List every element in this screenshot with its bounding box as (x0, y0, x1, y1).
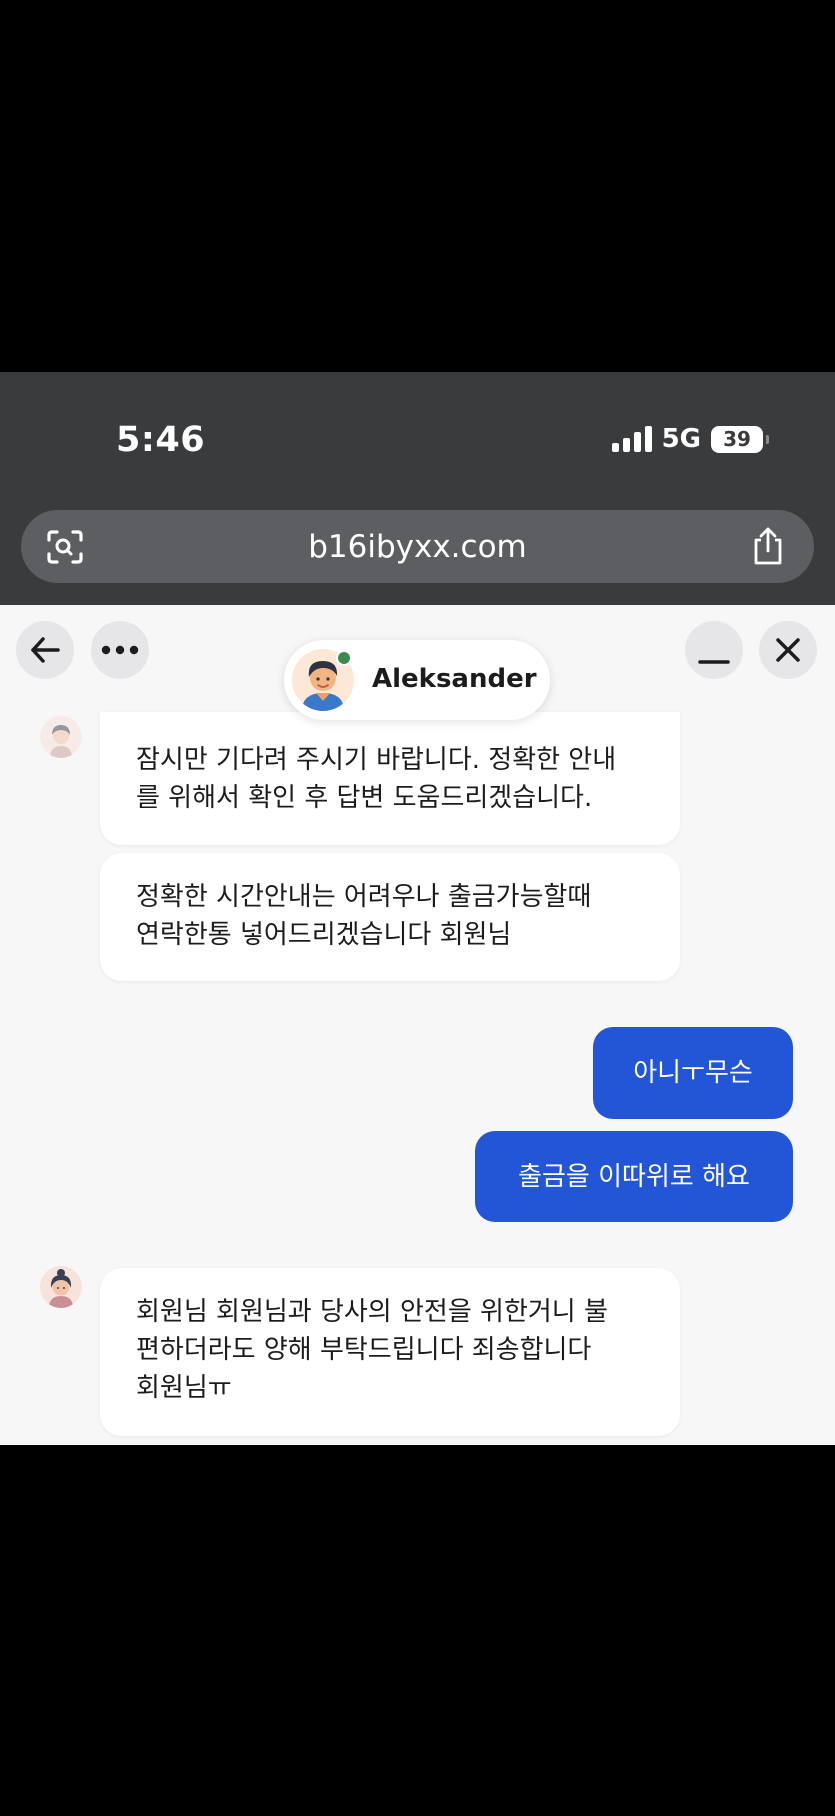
message-line: 잠시만 기다려 주시기 바랍니다. 정확한 안내 (136, 745, 617, 775)
online-status-dot (336, 650, 352, 666)
chat-window: 잠시만 기다려 주시기 바랍니다. 정확한 안내 를 위해서 확인 후 답변 도… (0, 605, 835, 1445)
agent-message-bubble: 회원님 회원님과 당사의 안전을 위한거니 불 편하더라도 양해 부탁드립니다 … (100, 1268, 680, 1436)
agent-name: Aleksander (372, 664, 537, 694)
top-letterbox (0, 0, 835, 372)
agent-avatar (40, 716, 82, 758)
url-text[interactable]: b16ibyxx.com (308, 529, 527, 565)
more-button[interactable] (91, 621, 149, 679)
browser-chrome: 5:46 5G 39 b16ibyxx.com (0, 372, 835, 605)
minimize-icon (698, 660, 730, 664)
visual-lookup-icon[interactable] (45, 528, 85, 566)
agent-header-pill: Aleksander (284, 640, 550, 720)
status-time: 5:46 (116, 420, 206, 460)
back-arrow-icon (31, 637, 60, 663)
message-line: 연락한통 넣어드리겠습니다 회원님 (136, 920, 512, 950)
message-text: 출금을 이따위로 해요 (518, 1161, 750, 1192)
message-line: 정확한 시간안내는 어려우나 출금가능할때 (136, 882, 592, 912)
bottom-letterbox (0, 1445, 835, 1816)
minimize-button[interactable] (685, 621, 743, 679)
message-line: 편하더라도 양해 부탁드립니다 죄송합니다 (136, 1335, 592, 1365)
status-indicators: 5G 39 (611, 424, 769, 454)
user-message-bubble: 아니ㅜ무슨 (593, 1027, 793, 1119)
share-icon[interactable] (750, 526, 786, 566)
close-button[interactable] (759, 621, 817, 679)
agent-message-bubble: 정확한 시간안내는 어려우나 출금가능할때 연락한통 넣어드리겠습니다 회원님 (100, 853, 680, 981)
message-text: 아니ㅜ무슨 (633, 1058, 753, 1088)
message-line: 회원님 회원님과 당사의 안전을 위한거니 불 (136, 1297, 608, 1327)
close-icon (776, 638, 800, 662)
message-line: 회원님ㅠ (136, 1373, 232, 1403)
more-dots-icon (101, 645, 139, 655)
message-line: 를 위해서 확인 후 답변 도움드리겠습니다. (136, 783, 593, 813)
battery-icon: 39 (711, 425, 769, 453)
user-message-bubble: 출금을 이따위로 해요 (475, 1131, 793, 1222)
network-type: 5G (661, 424, 701, 454)
battery-level: 39 (723, 427, 751, 451)
agent-message-bubble: 잠시만 기다려 주시기 바랍니다. 정확한 안내 를 위해서 확인 후 답변 도… (100, 712, 680, 845)
agent-avatar (40, 1266, 82, 1308)
address-bar[interactable]: b16ibyxx.com (21, 510, 814, 583)
back-button[interactable] (16, 621, 74, 679)
cellular-signal-icon (611, 426, 652, 452)
